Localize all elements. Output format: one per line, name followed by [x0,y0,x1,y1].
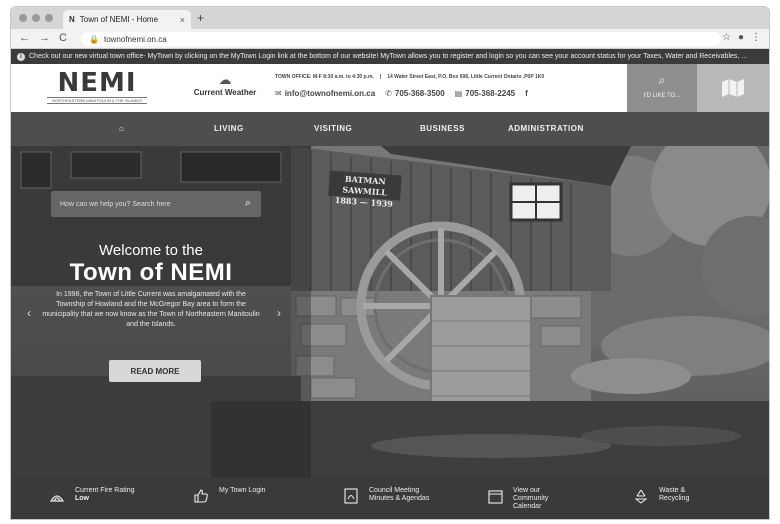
mytown-login-label: My Town Login [219,487,266,494]
office-address: 14 Water Street East, P.O. Box 608, Litt… [387,74,545,80]
quick-link-council-minutes[interactable]: Council Meeting Minutes & Agendas [343,487,429,505]
search-input[interactable]: How can we help you? Search here ⌕ [51,191,261,217]
map-button[interactable] [697,64,769,112]
calendar-label-3: Calendar [513,503,542,510]
nav-item-visiting[interactable]: VISITING [314,124,352,133]
office-hours: TOWN OFFICE: M-F 8:30 a.m. to 4:30 p.m. [275,74,374,80]
phone-link[interactable]: ✆ 705-368-3500 [385,89,445,98]
nav-item-administration[interactable]: ADMINISTRATION [508,124,584,133]
i-would-like-to-button[interactable]: ⌕ I'D LIKE TO... [627,64,697,112]
fire-rating-value: Low [75,495,89,502]
browser-window: N Town of NEMI - Home × + ← → C 🔒 townof… [10,6,770,520]
notice-banner: i Check out our new virtual town office-… [11,49,769,64]
quick-link-waste-recycling[interactable]: Waste & Recycling [633,487,689,505]
lock-icon: 🔒 [89,34,99,44]
reload-icon[interactable]: C [59,32,67,44]
address-bar: ← → C 🔒 townofnemi.on.ca ☆ ● ⋮ [11,29,769,49]
separator: | [379,74,382,80]
quick-link-fire-rating[interactable]: Current Fire Rating Low [49,487,135,505]
council-label-2: Minutes & Agendas [369,495,430,502]
document-icon [343,487,359,505]
menu-icon[interactable]: ⋮ [751,32,761,43]
map-icon [722,79,744,97]
back-arrow-icon[interactable]: ← [19,32,30,44]
close-tab-icon[interactable]: × [180,15,185,25]
fire-icon [49,487,65,505]
logo-subtitle: NORTHEASTERN MANITOULIN & THE ISLANDS [47,97,147,104]
fax-info: ▤ 705-368-2245 [455,89,515,98]
thumbs-up-icon [193,487,209,505]
maximize-window-button[interactable] [45,14,53,22]
calendar-icon [487,487,503,505]
calendar-label-2: Community [513,495,549,502]
weather-cloud-icon: ☁ [218,72,232,87]
read-more-button[interactable]: READ MORE [109,360,201,382]
home-icon[interactable]: ⌂ [119,124,124,133]
new-tab-button[interactable]: + [197,11,204,25]
close-window-button[interactable] [19,14,27,22]
site-logo[interactable]: NEMI NORTHEASTERN MANITOULIN & THE ISLAN… [47,70,147,106]
waste-label-2: Recycling [659,495,690,502]
contact-info: TOWN OFFICE: M-F 8:30 a.m. to 4:30 p.m. … [275,74,635,98]
hero-description: In 1998, the Town of Little Current was … [42,291,260,328]
phone-icon: ✆ [385,89,392,98]
quick-link-mytown-login[interactable]: My Town Login [193,487,266,505]
window-controls [19,14,53,22]
sawmill-sign: BATMAN SAWMILL 1883 — 1939 [328,170,402,209]
recycle-icon [633,487,649,505]
tab-bar: N Town of NEMI - Home × + [11,7,769,29]
fax-text: 705-368-2245 [465,89,516,98]
welcome-heading: Welcome to the [99,242,203,259]
tab-title: Town of NEMI - Home [79,15,159,24]
search-icon[interactable]: ⌕ [245,197,251,210]
nav-item-living[interactable]: LIVING [214,124,244,133]
url-field[interactable]: 🔒 townofnemi.on.ca [81,32,721,46]
carousel-prev-icon[interactable]: ‹ [27,306,31,320]
search-icon: ⌕ [658,73,666,87]
profile-icon[interactable]: ● [738,32,744,43]
waste-label-1: Waste & [659,487,686,494]
address-bar-actions: ☆ ● ⋮ [722,32,761,43]
hero-banner: BATMAN SAWMILL 1883 — 1939 How can we he… [11,146,769,478]
minimize-window-button[interactable] [32,14,40,22]
quick-links-bar: Current Fire Rating Low My Town Login Co… [11,478,769,519]
fire-rating-label: Current Fire Rating [75,487,135,494]
url-text: townofnemi.on.ca [103,34,167,44]
email-text: info@townofnemi.on.ca [284,89,376,98]
search-placeholder: How can we help you? Search here [60,200,171,208]
nav-buttons: ← → C [19,32,67,44]
carousel-next-icon[interactable]: › [277,306,281,320]
todo-label: I'D LIKE TO... [643,93,681,99]
council-label-1: Council Meeting [369,487,420,494]
logo-text: NEMI [57,68,137,98]
info-icon: i [17,52,25,61]
current-weather-link[interactable]: ☁ Current Weather [189,72,261,97]
site-header: NEMI NORTHEASTERN MANITOULIN & THE ISLAN… [11,64,769,112]
notice-text[interactable]: Check out our new virtual town office- M… [29,53,747,60]
fax-icon: ▤ [454,89,463,98]
facebook-icon[interactable]: f [525,89,528,98]
weather-label: Current Weather [193,88,257,97]
browser-tab[interactable]: N Town of NEMI - Home × [63,10,191,29]
main-nav: ⌂ LIVING VISITING BUSINESS ADMINISTRATIO… [11,112,769,146]
favicon-icon: N [69,15,75,24]
nav-item-business[interactable]: BUSINESS [420,124,465,133]
phone-text: 705-368-3500 [394,89,445,98]
star-icon[interactable]: ☆ [722,32,731,43]
envelope-icon: ✉ [275,89,282,98]
town-name-heading: Town of NEMI [69,259,233,286]
quick-link-calendar[interactable]: View our Community Calendar [487,487,548,511]
email-link[interactable]: ✉ info@townofnemi.on.ca [275,89,375,98]
calendar-label-1: View our [513,487,541,494]
forward-arrow-icon[interactable]: → [39,32,50,44]
